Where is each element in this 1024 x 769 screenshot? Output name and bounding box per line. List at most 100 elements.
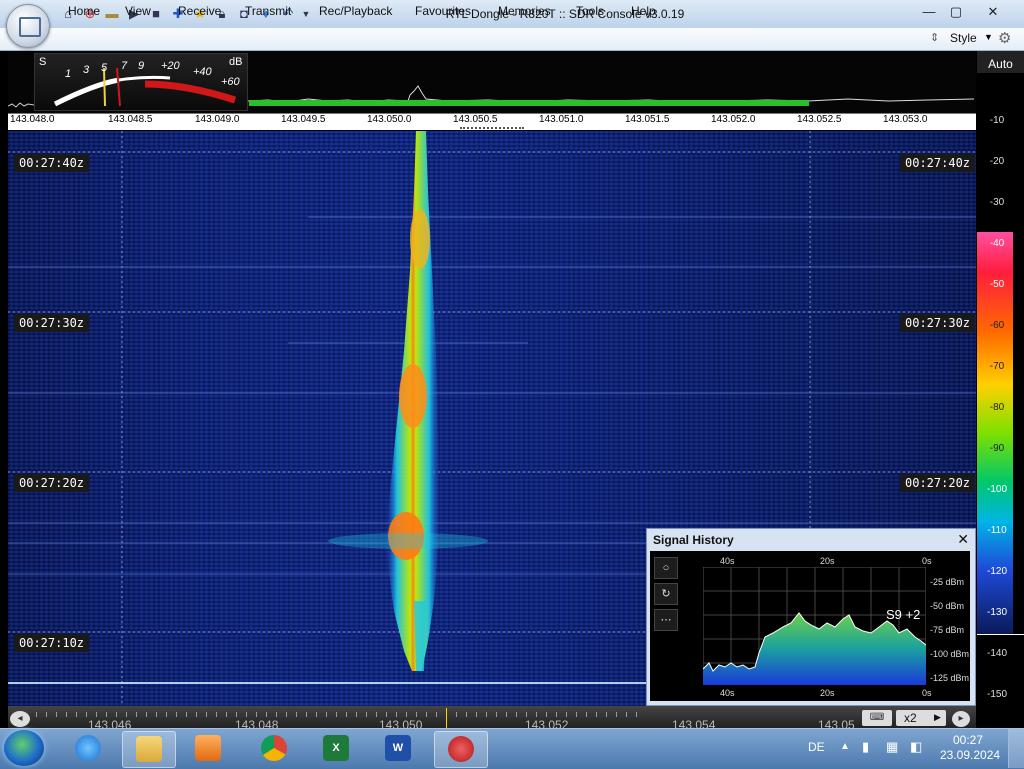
freq-tick: 143.052.5 — [797, 114, 842, 125]
internet-explorer-icon — [75, 735, 101, 761]
zoom-control[interactable]: x2 ▶ — [896, 710, 946, 726]
style-menu[interactable]: Style — [950, 31, 977, 45]
file-explorer-icon — [136, 736, 162, 762]
s-meter-db-label: dB — [229, 56, 243, 68]
s-meter-tick: +60 — [221, 76, 240, 88]
word-icon: W — [385, 735, 411, 761]
freq-tick: 143.048.0 — [10, 114, 55, 125]
freq-tick: 143.050.0 — [367, 114, 412, 125]
waterfall-timestamp: 00:27:30z — [900, 314, 976, 332]
s-meter-tick: +40 — [193, 66, 212, 78]
start-button[interactable] — [4, 730, 44, 766]
media-player-icon — [195, 735, 221, 761]
freq-tick: 143.052.0 — [711, 114, 756, 125]
tray-volume-icon[interactable]: ◧ — [910, 739, 922, 755]
db-scale-label: -60 — [989, 320, 1005, 331]
close-icon[interactable]: ✕ — [957, 531, 969, 548]
signal-history-window[interactable]: Signal History ✕ ○ ↻ ⋯ 40s 20s 0s 40s 20… — [646, 528, 976, 706]
taskbar-internet-explorer[interactable] — [62, 731, 114, 766]
s-meter: S dB 1 3 5 7 9 +20 +40 +60 — [34, 53, 248, 111]
menu-help[interactable]: Help — [631, 4, 656, 18]
zoom-next-icon[interactable]: ▶ — [934, 712, 941, 723]
style-dropdown-icon[interactable]: ▼ — [984, 32, 993, 42]
menu-rec-playback[interactable]: Rec/Playback — [319, 4, 392, 18]
signal-history-chart — [703, 567, 926, 685]
auto-level-button[interactable]: Auto — [977, 51, 1024, 73]
db-scale-label: -140 — [986, 648, 1007, 659]
ribbon-menu — [0, 28, 1024, 51]
record-icon[interactable]: ○ — [654, 557, 678, 579]
freq-tick: 143.051.0 — [539, 114, 584, 125]
taskbar-media-player[interactable] — [182, 731, 234, 766]
s-meter-tick: 9 — [138, 60, 145, 72]
tray-network-icon[interactable]: ▦ — [886, 739, 898, 755]
tray-device-icon[interactable]: ▮ — [862, 739, 869, 755]
menu-tools[interactable]: Tools — [576, 4, 604, 18]
taskbar-excel[interactable]: X — [310, 731, 362, 766]
history-time-label: 0s — [922, 688, 932, 698]
clock[interactable]: 00:27 23.09.2024 — [940, 733, 1001, 763]
db-scale-label: -150 — [986, 689, 1007, 700]
folder-icon[interactable]: ▬ — [104, 6, 120, 22]
spectrum-bandwidth-bar — [249, 100, 809, 106]
tray-expand-icon[interactable]: ▲ — [840, 741, 850, 752]
menu-favourites[interactable]: Favourites — [415, 4, 471, 18]
keyboard-icon[interactable]: ⌨ — [862, 710, 892, 726]
menu-view[interactable]: View — [125, 4, 151, 18]
minimize-button[interactable]: — — [916, 2, 942, 22]
bottom-ruler-ticks — [36, 712, 646, 717]
s-meter-tick: 5 — [101, 62, 108, 74]
s-meter-s-label: S — [39, 56, 47, 68]
db-scale-label: -120 — [986, 566, 1007, 577]
db-scale-label: -130 — [986, 607, 1007, 618]
db-scale-label: -90 — [989, 443, 1005, 454]
maximize-button[interactable]: ▢ — [943, 2, 969, 22]
dropdown-icon[interactable]: ▼ — [298, 6, 314, 22]
menu-receive[interactable]: Receive — [178, 4, 221, 18]
reset-icon[interactable]: ↻ — [654, 583, 678, 605]
scroll-right-button[interactable]: ▸ — [952, 711, 970, 727]
clock-time: 00:27 — [952, 733, 984, 747]
history-time-label: 40s — [720, 556, 735, 566]
db-floor-marker[interactable] — [977, 634, 1024, 635]
db-scale-label: -110 — [987, 525, 1007, 536]
freq-tick: 143.051.5 — [625, 114, 670, 125]
excel-icon: X — [323, 735, 349, 761]
settings-gear-icon[interactable]: ⚙ — [998, 29, 1011, 47]
zoom-label: x2 — [904, 711, 917, 725]
s-meter-tick: 1 — [65, 68, 72, 80]
waterfall-timestamp: 00:27:20z — [900, 474, 976, 492]
waterfall-timestamp: 00:27:40z — [14, 154, 90, 172]
taskbar-word[interactable]: W — [372, 731, 424, 766]
close-button[interactable]: ✕ — [978, 2, 1008, 22]
history-time-label: 0s — [922, 556, 932, 566]
show-desktop-button[interactable] — [1008, 729, 1024, 768]
freq-tick: 143.050.5 — [453, 114, 498, 125]
db-scale-label: -40 — [989, 238, 1005, 249]
freq-tick: 143.048.5 — [108, 114, 153, 125]
clock-date: 23.09.2024 — [940, 748, 1001, 762]
freq-tick: 143.049.0 — [195, 114, 240, 125]
taskbar-file-explorer[interactable] — [122, 731, 176, 768]
language-indicator[interactable]: DE — [808, 740, 825, 754]
dbm-label: -50 dBm — [930, 601, 965, 611]
taskbar-chrome[interactable] — [248, 731, 300, 766]
application-menu-button[interactable] — [6, 4, 50, 48]
style-updown-icon[interactable]: ⇕ — [930, 31, 939, 44]
waterfall-timestamp: 00:27:20z — [14, 474, 90, 492]
taskbar-sdr-console[interactable] — [434, 731, 488, 768]
tuned-frequency-marker[interactable] — [446, 708, 447, 728]
db-scale-label: -10 — [989, 115, 1005, 126]
db-scale-label: -50 — [989, 279, 1005, 290]
more-icon[interactable]: ⋯ — [654, 609, 678, 631]
history-time-label: 20s — [820, 556, 835, 566]
s-meter-tick: 3 — [83, 64, 90, 76]
signal-history-panel: ○ ↻ ⋯ 40s 20s 0s 40s 20s 0s S9 +2 -25 dB… — [650, 551, 970, 701]
s-meter-tick: +20 — [161, 60, 180, 72]
menu-home[interactable]: Home — [68, 4, 100, 18]
db-scale-label: -80 — [989, 402, 1005, 413]
scroll-left-button[interactable]: ◂ — [10, 711, 30, 727]
menu-memories[interactable]: Memories — [498, 4, 551, 18]
freq-tick: 143.053.0 — [883, 114, 928, 125]
menu-transmit[interactable]: Transmit — [245, 4, 291, 18]
